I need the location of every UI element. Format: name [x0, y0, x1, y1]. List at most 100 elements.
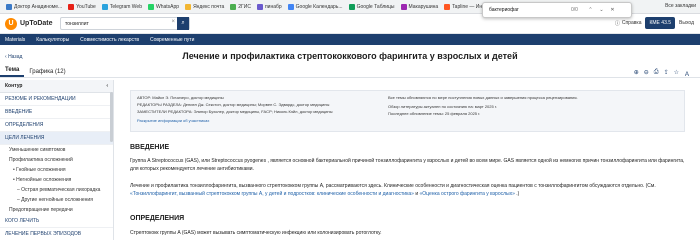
page-title: Лечение и профилактика стрептококкового …	[182, 51, 518, 61]
bookmark-item[interactable]: Google Таблицы	[348, 3, 395, 10]
outline-item[interactable]: – Другие негнойные осложнения	[0, 195, 113, 205]
deputy-editors-line: ЗАМЕСТИТЕЛИ РЕДАКТОРА: Элинор Бухолер, д…	[137, 109, 333, 114]
nav-item-pathways[interactable]: Современные пути	[150, 37, 194, 43]
zoom-in-icon[interactable]: ⊕	[634, 69, 639, 78]
header-right: ⓘ Справка КМЕ 43.5 Выход	[615, 17, 694, 29]
kme-badge[interactable]: КМЕ 43.5	[645, 17, 676, 29]
outline-item[interactable]: РЕЗЮМЕ И РЕКОМЕНДАЦИИ	[0, 93, 113, 106]
nav-item-drug-interactions[interactable]: Совместимость лекарств	[80, 37, 139, 43]
find-bar: бактериофаг 0/0 ⌃ ⌄ ✕	[482, 2, 632, 18]
tab-graphics[interactable]: Графика (12)	[24, 69, 70, 77]
definitions-paragraph-1: Стрептококк группы A (GAS) может вызыват…	[130, 230, 382, 236]
intro-end: .)	[514, 191, 520, 197]
bookmark-label: Макарушина	[408, 3, 439, 10]
bookmark-favicon-icon	[287, 3, 294, 10]
update-note: Все темы обновляются по мере поступления…	[388, 95, 578, 100]
bookmark-favicon-icon	[101, 3, 108, 10]
contributors-left: АВТОР: Майкл Э. Пичичеро, доктор медицин…	[137, 95, 367, 125]
outline-header: Контур ‹	[0, 80, 113, 93]
tab-topic[interactable]: Тема	[0, 67, 25, 77]
bookmark-label: Telegram Web	[109, 3, 142, 10]
intro-paragraph-2: Лечение и профилактика тонзиллофарингита…	[130, 182, 685, 198]
outline-item[interactable]: – Острая ревматическая лихорадка	[0, 185, 113, 195]
bookmark-label: Доктор Анадиноме...	[14, 3, 63, 10]
definitions-heading: ОПРЕДЕЛЕНИЯ	[130, 215, 185, 222]
outline-item[interactable]: ОПРЕДЕЛЕНИЯ	[0, 119, 113, 132]
bookmark-label: YouTube	[76, 3, 96, 10]
outline-item[interactable]: Уменьшение симптомов	[0, 145, 113, 155]
topic-content: АВТОР: Майкл Э. Пичичеро, доктор медицин…	[120, 80, 695, 240]
clear-search-icon[interactable]: ×	[171, 19, 175, 25]
bookmark-favicon-icon	[185, 3, 192, 10]
editors-line: РЕДАКТОРЫ РАЗДЕЛА: Дениел Дж. Секстон, д…	[137, 102, 330, 107]
find-input[interactable]: бактериофаг	[483, 7, 571, 13]
chevron-down-icon[interactable]: ⌄	[596, 7, 607, 13]
bookmark-favicon-icon	[444, 3, 451, 10]
outline-item[interactable]: ЛЕЧЕНИЕ ПЕРВЫХ ЭПИЗОДОВ	[0, 228, 113, 240]
search-box: тонзиллит × ⌕	[60, 17, 190, 30]
search-input[interactable]: тонзиллит	[61, 21, 89, 27]
link-acute-pharyngitis-adults[interactable]: «Оценка острого фарингита у взрослых»	[420, 191, 515, 197]
bookmark-item[interactable]: WhatsApp	[147, 3, 179, 10]
help-link[interactable]: Справка	[622, 20, 642, 26]
print-icon[interactable]: ⎙	[654, 69, 659, 78]
help-icon[interactable]: ⓘ	[615, 20, 620, 27]
main-nav: Materials Калькуляторы Совместимость лек…	[0, 34, 700, 45]
link-gas-children[interactable]: «Тонзиллофарингит, вызванный стрептококк…	[130, 191, 414, 197]
search-icon[interactable]: ⌕	[177, 17, 189, 30]
outline-sidebar: Контур ‹ РЕЗЮМЕ И РЕКОМЕНДАЦИИ ВВЕДЕНИЕ ОП…	[0, 80, 114, 240]
outline-item[interactable]: КОГО ЛЕЧИТЬ	[0, 215, 113, 228]
bookmark-favicon-icon	[230, 3, 237, 10]
bookmark-item[interactable]: Google Календарь...	[287, 3, 343, 10]
bookmark-item[interactable]: Telegram Web	[101, 3, 142, 10]
nav-item-materials[interactable]: Materials	[5, 37, 25, 43]
topic-tools: ⊕ ⊖ ⎙ ⇪ ☆ Ａ	[629, 69, 690, 78]
contributors-box: АВТОР: Майкл Э. Пичичеро, доктор медицин…	[130, 90, 685, 132]
intro-p2-text: Лечение и профилактика тонзиллофарингита…	[130, 183, 656, 189]
outline-item[interactable]: ЦЕЛИ ЛЕЧЕНИЯ	[0, 132, 113, 145]
author-line: АВТОР: Майкл Э. Пичичеро, доктор медицин…	[137, 95, 224, 100]
outline-item[interactable]: • Негнойные осложнения	[0, 175, 113, 185]
outline-item[interactable]: Предотвращение передачи	[0, 205, 113, 215]
intro-heading: ВВЕДЕНИЕ	[130, 144, 170, 151]
bookmark-favicon-icon	[256, 3, 263, 10]
chevron-up-icon[interactable]: ⌃	[585, 7, 596, 13]
logo-text: UpToDate	[20, 20, 53, 27]
bookmark-label: 2ГИС	[238, 3, 251, 10]
bookmark-label: Яндекс почта	[193, 3, 225, 10]
outline-item[interactable]: Профилактика осложнений	[0, 155, 113, 165]
outline-scrollbar[interactable]	[110, 92, 113, 142]
bookmark-item[interactable]: YouTube	[68, 3, 96, 10]
outline-list: РЕЗЮМЕ И РЕКОМЕНДАЦИИ ВВЕДЕНИЕ ОПРЕДЕЛЕНИЯ…	[0, 93, 113, 240]
bookmark-label: Google Календарь...	[295, 3, 343, 10]
bookmark-item[interactable]: пинабр	[256, 3, 282, 10]
last-updated-date: Последнее обновление темы: 25 февраля 20…	[388, 111, 481, 116]
close-icon[interactable]: ✕	[607, 7, 618, 13]
logout-link[interactable]: Выход	[679, 20, 694, 26]
outline-item[interactable]: • Гнойные осложнения	[0, 165, 113, 175]
intro-paragraph-1: Группа A Streptococcus (GAS), или Strept…	[130, 158, 685, 172]
logo-mark-icon: U	[5, 17, 17, 30]
bookmark-favicon-icon	[68, 3, 75, 10]
bookmark-item[interactable]: 2ГИС	[230, 3, 251, 10]
disclosure-link[interactable]: Раскрытие информации об участниках	[137, 118, 367, 123]
all-bookmarks-link[interactable]: Все закладки	[665, 3, 696, 9]
contributors-right: Все темы обновляются по мере поступления…	[388, 95, 668, 118]
bookmark-item[interactable]: Доктор Анадиноме...	[6, 3, 63, 10]
translate-icon[interactable]: Ａ	[684, 69, 690, 78]
share-icon[interactable]: ⇪	[664, 69, 669, 78]
outline-title: Контур	[5, 83, 23, 89]
zoom-out-icon[interactable]: ⊖	[644, 69, 649, 78]
literature-review-date: Обзор литературы актуален по состоянию н…	[388, 104, 497, 109]
topic-tabs: Тема Графика (12)	[0, 66, 700, 78]
logo[interactable]: U UpToDate	[5, 17, 53, 30]
outline-item[interactable]: ВВЕДЕНИЕ	[0, 106, 113, 119]
nav-item-calculators[interactable]: Калькуляторы	[36, 37, 69, 43]
bookmark-item[interactable]: Яндекс почта	[185, 3, 225, 10]
bookmark-favicon-icon	[348, 3, 355, 10]
bookmark-icon[interactable]: ☆	[674, 69, 679, 78]
bookmark-item[interactable]: Макарушина	[400, 3, 439, 10]
bookmark-label: пинабр	[264, 3, 282, 10]
bookmark-favicon-icon	[147, 3, 154, 10]
collapse-icon[interactable]: ‹	[106, 83, 108, 89]
